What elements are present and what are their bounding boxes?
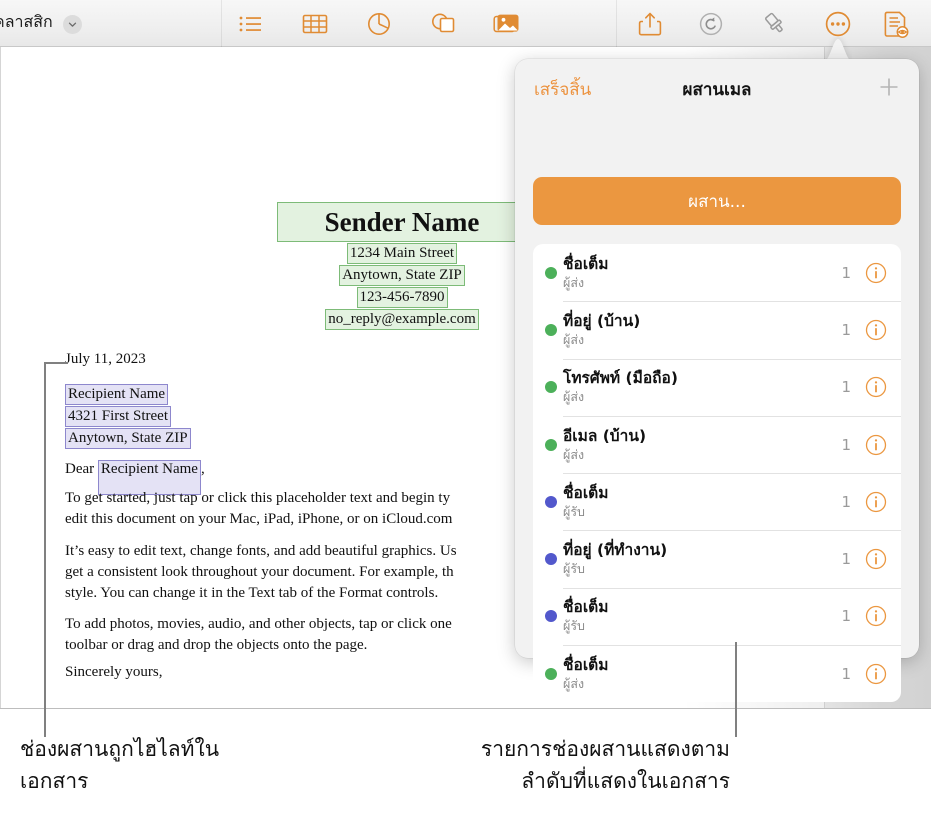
mail-merge-popover[interactable]: เสร็จสิ้น ผสานเมล ผสาน... ชื่อเต็ม ผู้ส่ง… <box>515 59 919 703</box>
merge-field-row[interactable]: ที่อยู่ (บ้าน) ผู้ส่ง 1 <box>533 301 901 358</box>
field-source-label: ผู้รับ <box>563 561 585 577</box>
chart-icon[interactable] <box>364 9 394 39</box>
field-source-dot-icon <box>545 438 557 451</box>
plus-icon[interactable] <box>876 74 902 100</box>
popover-caret <box>824 37 852 61</box>
field-usage-count: 1 <box>841 607 851 626</box>
info-icon[interactable] <box>865 319 887 341</box>
field-usage-count: 1 <box>841 320 851 339</box>
field-label: ที่อยู่ (ที่ทำงาน) <box>563 541 668 560</box>
left-leader-horizontal <box>44 362 68 364</box>
merge-field-recipient-name[interactable]: Recipient Name <box>65 384 169 405</box>
field-text-group: อีเมล (บ้าน) ผู้ส่ง <box>563 427 841 463</box>
page-bottom-edge <box>0 708 931 709</box>
merge-field-row[interactable]: ที่อยู่ (ที่ทำงาน) ผู้รับ 1 <box>533 530 901 587</box>
merge-button[interactable]: ผสาน... <box>533 177 901 225</box>
callout-right-text: รายการช่องผสานแสดงตาม ลำดับที่แสดงในเอกส… <box>480 737 730 793</box>
right-leader-vertical <box>735 642 737 737</box>
merge-field-sender-street[interactable]: 1234 Main Street <box>346 243 458 264</box>
field-label: ที่อยู่ (บ้าน) <box>563 311 641 330</box>
info-icon[interactable] <box>865 262 887 284</box>
page-left-edge <box>0 47 1 708</box>
field-source-dot-icon <box>545 266 557 279</box>
media-icon[interactable] <box>492 9 522 39</box>
undo-icon[interactable] <box>696 9 726 39</box>
salutation-prefix: Dear <box>65 461 98 477</box>
field-source-label: ผู้รับ <box>563 618 585 634</box>
field-source-label: ผู้ส่ง <box>563 675 585 691</box>
field-source-label: ผู้ส่ง <box>563 274 585 290</box>
merge-field-sender-name[interactable]: Sender Name <box>277 202 527 242</box>
field-usage-count: 1 <box>841 263 851 282</box>
merge-field-sender-city[interactable]: Anytown, State ZIP <box>339 265 465 286</box>
merge-field-recipient-street[interactable]: 4321 First Street <box>65 406 171 427</box>
field-source-label: ผู้ส่ง <box>563 331 585 347</box>
more-icon[interactable] <box>823 9 853 39</box>
field-source-dot-icon <box>545 381 557 394</box>
salutation-suffix: , <box>200 461 205 477</box>
field-source-dot-icon <box>545 610 557 623</box>
merge-field-row[interactable]: โทรศัพท์ (มือถือ) ผู้ส่ง 1 <box>533 358 901 416</box>
field-text-group: ชื่อเต็ม ผู้ส่ง <box>563 255 841 291</box>
info-icon[interactable] <box>865 434 887 456</box>
popover-title: ผสานเมล <box>682 80 752 100</box>
screenshot-root: คลาสสิก <box>0 0 931 817</box>
field-usage-count: 1 <box>841 378 851 397</box>
field-source-label: ผู้รับ <box>563 503 585 519</box>
field-text-group: ที่อยู่ (บ้าน) ผู้ส่ง <box>563 312 841 348</box>
paragraph-style-name: คลาสสิก <box>0 12 53 31</box>
field-text-group: ชื่อเต็ม ผู้รับ <box>563 484 841 520</box>
shape-icon[interactable] <box>428 9 458 39</box>
field-source-label: ผู้ส่ง <box>563 389 585 405</box>
merge-field-row[interactable]: ชื่อเต็ม ผู้รับ 1 <box>533 473 901 530</box>
field-label: ชื่อเต็ม <box>563 483 609 502</box>
field-usage-count: 1 <box>841 550 851 569</box>
merge-field-row[interactable]: ชื่อเต็ม ผู้ส่ง 1 <box>533 645 901 702</box>
merge-button-label: ผสาน... <box>688 191 746 212</box>
field-source-label: ผู้ส่ง <box>563 446 585 462</box>
field-label: ชื่อเต็ม <box>563 254 609 273</box>
merge-field-row[interactable]: ชื่อเต็ม ผู้ส่ง 1 <box>533 244 901 301</box>
merge-field-list[interactable]: ชื่อเต็ม ผู้ส่ง 1 ที่อยู่ (บ้าน) ผู้ส่ง 1 โทรศ… <box>533 244 901 703</box>
callout-left-text: ช่องผสานถูกไฮไลท์ใน เอกสาร <box>20 737 220 793</box>
app-toolbar: คลาสสิก <box>0 0 931 47</box>
field-source-dot-icon <box>545 553 557 566</box>
field-label: ชื่อเต็ม <box>563 655 609 674</box>
field-usage-count: 1 <box>841 664 851 683</box>
left-leader-vertical <box>44 362 46 737</box>
field-usage-count: 1 <box>841 435 851 454</box>
info-icon[interactable] <box>865 605 887 627</box>
field-label: อีเมล (บ้าน) <box>563 426 647 445</box>
table-icon[interactable] <box>300 9 330 39</box>
list-icon[interactable] <box>236 9 266 39</box>
field-source-dot-icon <box>545 495 557 508</box>
field-source-dot-icon <box>545 667 557 680</box>
info-icon[interactable] <box>865 491 887 513</box>
popover-header: เสร็จสิ้น ผสานเมล <box>515 59 919 115</box>
info-icon[interactable] <box>865 376 887 398</box>
field-text-group: ที่อยู่ (ที่ทำงาน) ผู้รับ <box>563 541 841 577</box>
field-usage-count: 1 <box>841 492 851 511</box>
field-source-dot-icon <box>545 323 557 336</box>
info-icon[interactable] <box>865 663 887 685</box>
recipient-block: Recipient Name 4321 First Street Anytown… <box>65 383 191 449</box>
merge-field-row[interactable]: อีเมล (บ้าน) ผู้ส่ง 1 <box>533 415 901 473</box>
merge-field-sender-phone[interactable]: 123-456-7890 <box>356 287 448 308</box>
field-text-group: โทรศัพท์ (มือถือ) ผู้ส่ง <box>563 369 841 405</box>
share-icon[interactable] <box>635 9 665 39</box>
document-options-icon[interactable] <box>881 9 911 39</box>
info-icon[interactable] <box>865 548 887 570</box>
field-text-group: ชื่อเต็ม ผู้ส่ง <box>563 656 841 692</box>
document-date: July 11, 2023 <box>65 351 146 367</box>
field-label: โทรศัพท์ (มือถือ) <box>563 369 678 388</box>
sender-block: Sender Name 1234 Main Street Anytown, St… <box>277 202 527 330</box>
field-text-group: ชื่อเต็ม ผู้รับ <box>563 598 841 634</box>
format-brush-icon[interactable] <box>760 9 790 39</box>
chevron-down-icon[interactable] <box>63 15 82 34</box>
merge-field-recipient-city[interactable]: Anytown, State ZIP <box>65 428 191 449</box>
merge-field-sender-email[interactable]: no_reply@example.com <box>325 309 479 330</box>
merge-field-row[interactable]: ชื่อเต็ม ผู้รับ 1 <box>533 587 901 645</box>
field-label: ชื่อเต็ม <box>563 598 609 617</box>
